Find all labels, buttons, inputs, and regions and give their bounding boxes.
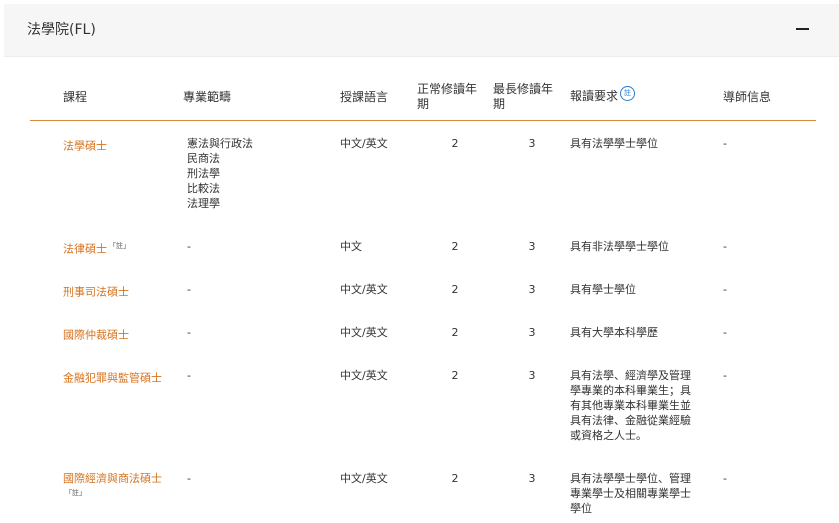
header-requirements-label: 報讀要求 [570,89,619,103]
requirement-line: 具有非法學學士學位 [570,240,669,253]
supervisor-cell: - [723,137,727,150]
requirements-cell: 具有非法學學士學位 [570,239,700,254]
specialization-cell: 憲法與行政法 民商法刑法學比較法法理學 [187,136,317,211]
course-cell: 刑事司法碩士 [63,282,173,300]
header-specialization: 專業範疇 [183,90,232,104]
specialization-item: - [187,326,191,339]
supervisor-cell: - [723,472,727,485]
header-normal-years: 正常修讀年期 [417,82,478,111]
requirement-line: 具有學士學位 [570,283,636,296]
normal-years-cell: 2 [451,240,459,253]
requirement-line: 或資格之人士。 [570,429,647,442]
course-link[interactable]: 國際仲裁碩士 [63,329,129,342]
requirement-line: 有其他專業本科畢業生並 [570,399,691,412]
course-link[interactable]: 刑事司法碩士 [63,286,129,299]
requirements-cell: 具有大學本科學歷 [570,325,700,340]
max-years-cell: 3 [528,240,536,253]
max-years-cell: 3 [528,137,536,150]
note-icon[interactable]: 註 [620,86,636,101]
language-cell: 中文/英文 [340,326,388,339]
specialization-cell: - [187,282,317,297]
header-language: 授課語言 [340,90,389,104]
specialization-cell: - [187,325,317,340]
panel-title: 法學院(FL) [27,22,96,38]
course-cell: 法學碩士 [63,136,173,154]
course-link[interactable]: 金融犯罪與監管碩士 [63,372,162,385]
supervisor-cell: - [723,326,727,339]
specialization-item: - [187,369,191,382]
requirement-line: 具有法學、經濟學及管理 [570,369,691,382]
requirement-line: 具有法學學士學位 [570,137,658,150]
max-years-cell: 3 [528,369,536,382]
panel-header[interactable]: 法學院(FL) [4,4,839,57]
specialization-item: - [187,240,191,253]
requirements-cell: 具有法學、經濟學及管理 學專業的本科畢業生；具 有其他專業本科畢業生並 具有法律、金融… [570,368,700,443]
course-note[interactable]: 「註」 [109,242,130,250]
requirement-line: 具有法律、金融從業經驗 [570,414,691,427]
specialization-item: 憲法與行政法 [187,137,253,150]
course-cell: 法律碩士 「註」 [63,239,173,257]
specialization-item: 比較法 [187,182,220,195]
course-cell: 國際仲裁碩士 [63,325,173,343]
course-link[interactable]: 國際經濟與商法碩士 [63,472,162,485]
requirement-line: 學專業的本科畢業生；具 [570,384,691,397]
collapse-button[interactable] [793,19,813,39]
normal-years-cell: 2 [451,137,459,150]
specialization-item: 法理學 [187,197,220,210]
supervisor-cell: - [723,283,727,296]
supervisor-cell: - [723,240,727,253]
language-cell: 中文/英文 [340,472,388,485]
specialization-cell: - [187,471,317,486]
language-cell: 中文 [340,240,362,253]
language-cell: 中文/英文 [340,137,388,150]
max-years-cell: 3 [528,326,536,339]
requirement-line: 學位 [570,502,592,515]
header-supervisor: 導師信息 [723,90,772,104]
header-course: 課程 [63,90,88,104]
specialization-cell: - [187,368,317,383]
specialization-item: - [187,472,191,485]
max-years-cell: 3 [528,283,536,296]
minus-icon [796,28,809,30]
normal-years-cell: 2 [451,369,459,382]
specialization-cell: - [187,239,317,254]
course-note[interactable]: 「註」 [65,489,86,497]
language-cell: 中文/英文 [340,369,388,382]
course-cell: 國際經濟與商法碩士「註」 [63,471,173,504]
requirement-line: 具有大學本科學歷 [570,326,658,339]
header-max-years: 最長修讀年期 [493,82,554,111]
specialization-item: 刑法學 [187,167,220,180]
language-cell: 中文/英文 [340,283,388,296]
table-header: 課程 專業範疇 授課語言 正常修讀年期 最長修讀年期 報讀要求註 導師信息 [30,56,816,121]
course-link[interactable]: 法學碩士 [63,140,107,153]
specialization-item: - [187,283,191,296]
normal-years-cell: 2 [451,283,459,296]
requirements-cell: 具有法學學士學位 [570,136,700,151]
requirements-cell: 具有學士學位 [570,282,700,297]
requirement-line: 專業學士及相關專業學士 [570,487,691,500]
normal-years-cell: 2 [451,472,459,485]
requirement-line: 具有法學學士學位、管理 [570,472,691,485]
requirements-cell: 具有法學學士學位、管理 專業學士及相關專業學士 學位 [570,471,700,516]
normal-years-cell: 2 [451,326,459,339]
supervisor-cell: - [723,369,727,382]
header-requirements: 報讀要求註 [570,86,636,104]
faculty-panel: 法學院(FL) 課程 專業範疇 授課語言 正常修讀年期 最長修讀年期 報讀要求註… [4,4,839,523]
specialization-item: 民商法 [187,152,220,165]
course-cell: 金融犯罪與監管碩士 [63,368,173,386]
max-years-cell: 3 [528,472,536,485]
course-link[interactable]: 法律碩士 [63,243,107,256]
